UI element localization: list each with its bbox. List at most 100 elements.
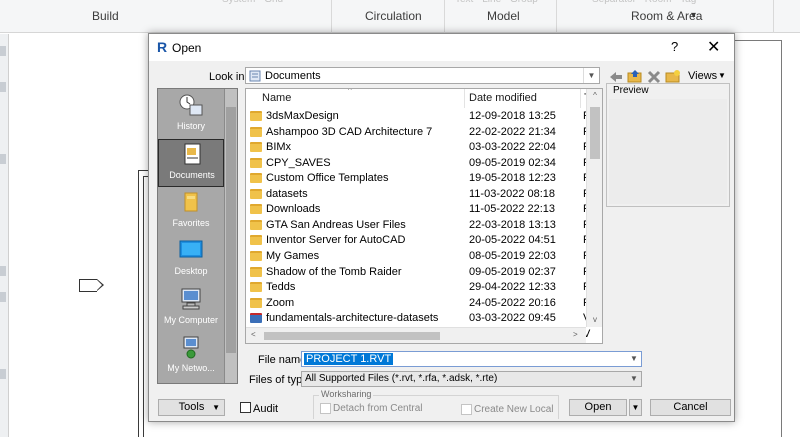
tools-button[interactable]: Tools ▼ — [158, 399, 225, 416]
place-documents[interactable]: Documents — [158, 139, 224, 187]
new-folder-icon[interactable] — [665, 69, 681, 83]
file-list-horizontal-scrollbar[interactable]: < > — [246, 327, 586, 343]
detach-from-central-checkbox[interactable] — [320, 403, 331, 414]
view-tag-symbol — [79, 279, 104, 292]
file-name: My Games — [266, 249, 320, 262]
open-button[interactable]: Open — [569, 399, 627, 416]
dialog-titlebar[interactable]: R Open ? ✕ — [149, 34, 734, 61]
chevron-down-icon[interactable]: ▼ — [627, 372, 641, 386]
column-header-date[interactable]: Date modified — [469, 89, 537, 108]
chevron-down-icon: ▼ — [631, 403, 640, 412]
detach-from-central-label: Detach from Central — [333, 403, 423, 414]
file-row[interactable]: Ashampoo 3D CAD Architecture 7 22-02-2022… — [246, 125, 590, 141]
place-desktop[interactable]: Desktop — [158, 236, 224, 284]
file-row[interactable]: Shadow of the Tomb Raider 09-05-2019 02:3… — [246, 265, 590, 281]
open-options-dropdown[interactable]: ▼ — [629, 399, 642, 416]
ribbon-panel-build[interactable]: Build — [92, 9, 119, 23]
file-row[interactable]: Zoom24-05-2022 20:16F — [246, 296, 590, 312]
create-new-local-checkbox[interactable] — [461, 404, 472, 415]
file-name: Downloads — [266, 203, 321, 216]
column-separator[interactable] — [580, 89, 581, 108]
up-folder-icon[interactable] — [627, 69, 643, 83]
place-label: Desktop — [174, 266, 208, 276]
place-my-computer[interactable]: My Computer — [158, 285, 224, 333]
favorites-icon — [184, 192, 198, 212]
audit-checkbox[interactable] — [240, 402, 251, 413]
folder-icon — [250, 297, 262, 308]
ribbon-separator — [773, 0, 774, 33]
chevron-down-icon[interactable]: ▼ — [718, 71, 726, 80]
file-row[interactable]: CPY_SAVES09-05-2019 02:34F — [246, 156, 590, 172]
chevron-down-icon[interactable]: ▾ — [691, 10, 696, 21]
scroll-thumb[interactable] — [226, 107, 236, 353]
folder-icon — [250, 188, 262, 199]
file-name: GTA San Andreas User Files — [266, 218, 406, 231]
file-list[interactable]: Name ^ Date modified T 3dsMaxDesign12-09… — [245, 88, 603, 344]
scroll-down-icon[interactable]: v — [587, 315, 602, 324]
strip-marker — [0, 292, 6, 302]
folder-icon — [250, 266, 262, 277]
file-date: 12-09-2018 13:25 — [469, 110, 556, 122]
help-button[interactable]: ? — [671, 39, 678, 54]
back-icon[interactable] — [608, 70, 624, 84]
file-row[interactable]: BIMx03-03-2022 22:04F — [246, 140, 590, 156]
places-scrollbar[interactable] — [224, 89, 237, 383]
column-header-name[interactable]: Name — [262, 89, 291, 108]
file-list-vertical-scrollbar[interactable]: ^ v — [586, 89, 602, 327]
delete-icon[interactable] — [646, 70, 662, 84]
file-row[interactable]: Inventor Server for AutoCAD 20-05-2022 04… — [246, 233, 590, 249]
scroll-left-icon[interactable]: < — [251, 330, 256, 339]
scroll-up-icon[interactable]: ^ — [587, 91, 602, 100]
file-date: 22-02-2022 21:34 — [469, 125, 556, 138]
views-button[interactable]: Views — [688, 70, 717, 82]
file-date: 03-03-2022 09:45 — [469, 312, 556, 325]
chevron-down-icon[interactable]: ▼ — [212, 400, 220, 415]
scroll-thumb[interactable] — [264, 332, 440, 340]
look-in-dropdown[interactable]: Documents ▼ — [245, 67, 600, 84]
file-row[interactable]: datasets11-03-2022 08:18F — [246, 187, 590, 203]
chevron-down-icon[interactable]: ▼ — [583, 68, 599, 83]
place-my-network[interactable]: My Netwo... — [158, 333, 224, 381]
file-row[interactable]: Custom Office Templates19-05-2018 12:23F — [246, 171, 590, 187]
folder-icon — [250, 157, 262, 168]
file-row[interactable]: 3dsMaxDesign12-09-2018 13:25F — [246, 109, 590, 125]
scroll-right-icon[interactable]: > — [573, 330, 578, 339]
file-name: Shadow of the Tomb Raider — [266, 265, 402, 278]
ribbon-panel-circulation[interactable]: Circulation — [365, 9, 422, 23]
chevron-down-icon[interactable]: ▼ — [627, 352, 641, 366]
cancel-button[interactable]: Cancel — [650, 399, 731, 416]
files-of-type-dropdown[interactable]: All Supported Files (*.rvt, *.rfa, *.ads… — [301, 371, 642, 387]
ribbon-panel-model[interactable]: Model — [487, 9, 520, 23]
file-row[interactable]: Downloads11-05-2022 22:13F — [246, 202, 590, 218]
file-date: 11-03-2022 08:18 — [469, 187, 556, 200]
scroll-thumb[interactable] — [590, 107, 600, 159]
file-date: 08-05-2019 22:03 — [469, 249, 556, 262]
file-row[interactable]: My Games08-05-2019 22:03F — [246, 249, 590, 265]
ribbon-faint-text: System · Grid — [222, 0, 283, 5]
place-history[interactable]: History — [158, 91, 224, 139]
documents-small-icon — [249, 70, 261, 82]
file-name: Inventor Server for AutoCAD — [266, 234, 406, 247]
file-date: 22-03-2018 13:13 — [469, 218, 556, 231]
file-row[interactable]: GTA San Andreas User Files 22-03-2018 13:… — [246, 218, 590, 234]
file-date: 09-05-2019 02:37 — [469, 265, 556, 278]
file-date: 19-05-2018 12:23 — [469, 172, 556, 185]
tools-label: Tools — [178, 401, 205, 413]
strip-marker — [0, 82, 6, 92]
project-browser-strip — [0, 34, 9, 437]
file-row[interactable]: Tedds29-04-2022 12:33F — [246, 280, 590, 296]
column-separator[interactable] — [464, 89, 465, 108]
folder-icon — [250, 173, 262, 184]
documents-icon — [184, 143, 201, 165]
file-row[interactable]: fundamentals-architecture-datasets 03-03-… — [246, 311, 590, 327]
audit-label: Audit — [253, 403, 279, 415]
file-name: BIMx — [266, 141, 292, 154]
file-name-input[interactable]: PROJECT 1.RVT ▼ — [301, 351, 642, 367]
file-name: Tedds — [266, 281, 296, 294]
close-button[interactable]: ✕ — [707, 37, 720, 57]
file-date: 20-05-2022 04:51 — [469, 234, 556, 247]
place-label: History — [176, 121, 205, 131]
file-date: 11-05-2022 22:13 — [469, 203, 556, 216]
place-favorites[interactable]: Favorites — [158, 188, 224, 236]
folder-icon — [250, 250, 262, 261]
